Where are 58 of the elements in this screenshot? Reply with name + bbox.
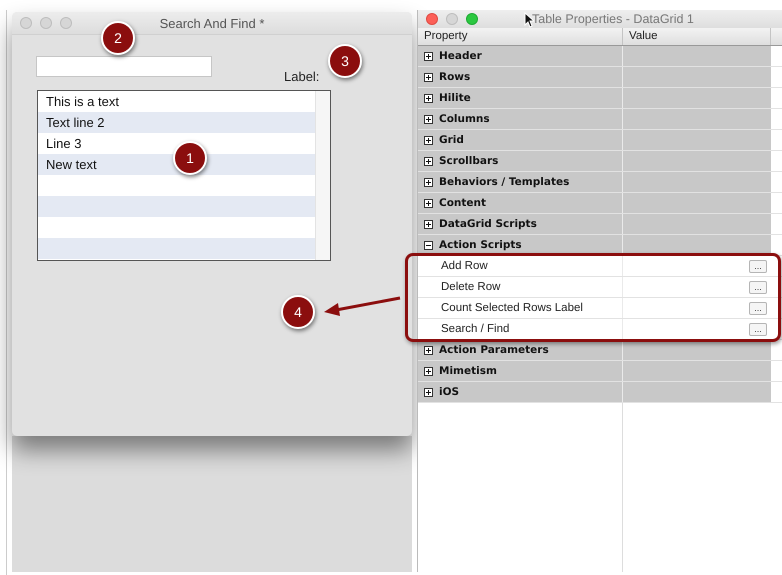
- expand-toggle-icon[interactable]: [424, 52, 433, 60]
- property-group[interactable]: Columns: [418, 109, 623, 129]
- expand-toggle-icon[interactable]: [424, 220, 433, 228]
- mouse-cursor-icon: [524, 12, 534, 28]
- edit-script-button[interactable]: ...: [749, 302, 767, 314]
- edit-script-button[interactable]: ...: [749, 280, 767, 294]
- scrollbar-track[interactable]: [315, 91, 330, 260]
- window-title: Search And Find *: [160, 16, 264, 30]
- property-group-label: Content: [439, 197, 486, 209]
- property-group[interactable]: Rows: [418, 67, 623, 87]
- property-group-label: Action Scripts: [439, 239, 522, 251]
- expand-toggle-icon[interactable]: [424, 114, 433, 124]
- expand-toggle-icon[interactable]: [424, 198, 433, 208]
- expand-toggle-icon[interactable]: [424, 388, 433, 396]
- expand-toggle-icon[interactable]: [424, 240, 433, 250]
- expand-toggle-icon[interactable]: [424, 156, 433, 166]
- edit-script-button[interactable]: ...: [749, 322, 767, 336]
- property-group-label: Action Parameters: [439, 344, 549, 356]
- property-group-label: DataGrid Scripts: [439, 218, 537, 230]
- search-field[interactable]: [36, 56, 212, 77]
- expand-toggle-icon[interactable]: [424, 94, 433, 102]
- expand-toggle-icon[interactable]: [424, 178, 433, 186]
- property-group[interactable]: Scrollbars: [418, 151, 623, 171]
- label-text: Label:: [284, 69, 320, 84]
- edit-script-button[interactable]: ...: [749, 260, 767, 272]
- window-title: Table Properties - DataGrid 1: [532, 12, 694, 26]
- property-group-label: iOS: [439, 386, 460, 398]
- list-item[interactable]: Text line 2: [38, 112, 315, 133]
- expand-toggle-icon[interactable]: [424, 136, 433, 144]
- property-group-label: Columns: [439, 113, 490, 125]
- property-group-label: Hilite: [439, 92, 471, 104]
- property-name[interactable]: Search / Find: [418, 319, 623, 339]
- property-group-label: Grid: [439, 134, 464, 146]
- property-group[interactable]: Action Parameters: [418, 340, 623, 360]
- property-group[interactable]: DataGrid Scripts: [418, 214, 623, 234]
- property-group[interactable]: iOS: [418, 382, 623, 402]
- close-button[interactable]: [426, 13, 438, 25]
- property-group-label: Scrollbars: [439, 155, 498, 167]
- property-name[interactable]: Delete Row: [418, 277, 623, 297]
- property-group[interactable]: Header: [418, 46, 623, 66]
- column-header[interactable]: Property: [418, 28, 623, 45]
- expand-toggle-icon[interactable]: [424, 72, 433, 82]
- zoom-button[interactable]: [466, 13, 478, 25]
- property-group-label: Behaviors / Templates: [439, 176, 570, 188]
- expand-toggle-icon[interactable]: [424, 366, 433, 376]
- column-header[interactable]: Value: [623, 28, 771, 45]
- property-group-label: Header: [439, 50, 482, 62]
- property-name[interactable]: Count Selected Rows Label: [418, 298, 623, 318]
- property-group[interactable]: Behaviors / Templates: [418, 172, 623, 192]
- property-group[interactable]: Grid: [418, 130, 623, 150]
- property-group[interactable]: Content: [418, 193, 623, 213]
- expand-toggle-icon[interactable]: [424, 346, 433, 354]
- property-group-label: Rows: [439, 71, 470, 83]
- property-group[interactable]: Mimetism: [418, 361, 623, 381]
- property-group[interactable]: Hilite: [418, 88, 623, 108]
- property-name[interactable]: Add Row: [418, 256, 623, 276]
- property-group-label: Mimetism: [439, 365, 497, 377]
- property-group[interactable]: Action Scripts: [418, 235, 623, 255]
